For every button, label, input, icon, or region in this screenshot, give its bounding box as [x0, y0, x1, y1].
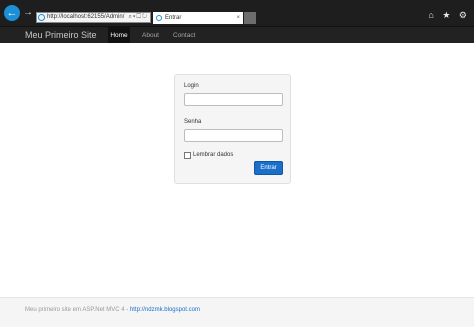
remember-label[interactable]: Lembrar dados [193, 152, 233, 159]
footer-caption: Meu primeiro site em ASP.Net MVC 4 - [25, 307, 130, 313]
browser-chrome: ← → http://localhost:62155/Admin/ ⌕▾☐↻ E… [0, 0, 474, 26]
nav-about[interactable]: About [142, 27, 159, 44]
entrar-button[interactable]: Entrar [254, 161, 283, 175]
address-controls-icon[interactable]: ⌕▾☐↻ [129, 13, 148, 22]
login-panel: Login Senha Lembrar dados Entrar [174, 74, 291, 184]
tab-title: Entrar [165, 15, 182, 21]
nav-home[interactable]: Home [108, 27, 130, 44]
footer-text: Meu primeiro site em ASP.Net MVC 4 - htt… [25, 307, 200, 313]
address-text: http://localhost:62155/Admin/ [47, 14, 125, 20]
senha-label: Senha [184, 119, 202, 125]
remember-checkbox[interactable] [184, 152, 191, 159]
footer-link[interactable]: http://ndzmk.blogspot.com [130, 307, 200, 313]
site-brand[interactable]: Meu Primeiro Site [25, 30, 97, 40]
home-favorites-settings-icons[interactable]: ⌂ ★ ⚙ [428, 10, 470, 21]
login-input[interactable] [184, 93, 283, 106]
page-content: Login Senha Lembrar dados Entrar [0, 43, 474, 297]
forward-arrow-icon[interactable]: → [23, 8, 33, 18]
new-tab-button[interactable] [244, 12, 256, 24]
site-navbar: Meu Primeiro Site Home About Contact [0, 26, 474, 44]
footer: Meu primeiro site em ASP.Net MVC 4 - htt… [0, 297, 474, 327]
back-arrow-icon[interactable]: ← [4, 5, 20, 21]
nav-contact[interactable]: Contact [173, 27, 195, 44]
tab-entrar[interactable]: Entrar × [153, 12, 243, 24]
ie-tab-icon [156, 15, 162, 21]
address-bar[interactable]: http://localhost:62155/Admin/ ⌕▾☐↻ [36, 12, 151, 23]
login-label: Login [184, 83, 199, 89]
senha-input[interactable] [184, 129, 283, 142]
ie-icon [38, 14, 45, 21]
tab-close-icon[interactable]: × [236, 12, 240, 24]
